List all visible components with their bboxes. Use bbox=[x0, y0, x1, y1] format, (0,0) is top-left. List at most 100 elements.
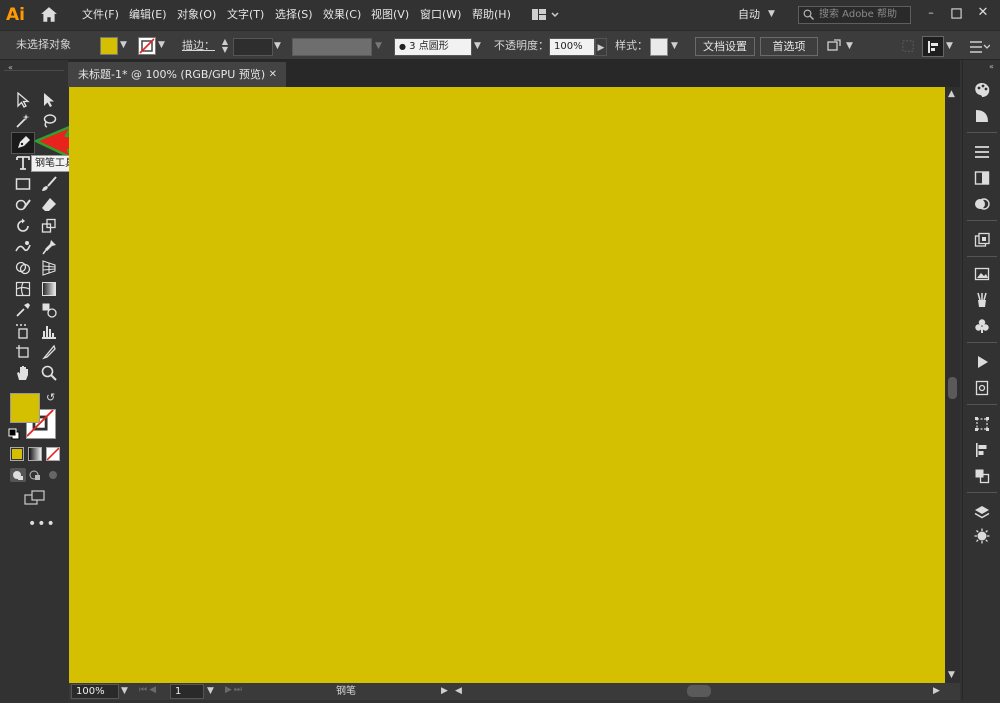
hand-tool-icon[interactable] bbox=[12, 363, 34, 383]
preferences-button[interactable]: 首选项 bbox=[760, 37, 818, 56]
status-menu-arrow[interactable]: ▶ bbox=[441, 686, 448, 696]
draw-behind-icon[interactable] bbox=[28, 468, 42, 482]
menu-edit[interactable]: 编辑(E) bbox=[129, 6, 167, 24]
stroke-weight-stepper[interactable]: ▲ ▼ bbox=[219, 38, 231, 54]
select-similar-icon[interactable] bbox=[826, 38, 844, 56]
style-chevron-icon[interactable]: ▼ bbox=[671, 41, 678, 51]
symbol-sprayer-tool-icon[interactable] bbox=[12, 321, 34, 341]
gradient-panel-icon[interactable] bbox=[971, 168, 993, 188]
scale-tool-icon[interactable] bbox=[38, 216, 60, 236]
puppet-warp-tool-icon[interactable] bbox=[38, 237, 60, 257]
default-fill-stroke-icon[interactable] bbox=[8, 428, 20, 440]
vertical-scroll-thumb[interactable] bbox=[948, 377, 957, 399]
stroke-chevron-icon[interactable]: ▼ bbox=[158, 40, 165, 50]
shaper-tool-icon[interactable] bbox=[12, 195, 34, 215]
swap-fill-stroke-icon[interactable]: ↺ bbox=[46, 391, 60, 405]
align-panel-icon[interactable] bbox=[922, 36, 944, 57]
shape-builder-tool-icon[interactable] bbox=[12, 258, 34, 278]
menu-effect[interactable]: 效果(C) bbox=[323, 6, 361, 24]
color-guide-icon[interactable] bbox=[971, 106, 993, 126]
gradient-tool-icon[interactable] bbox=[38, 279, 60, 299]
opacity-input[interactable]: 100% bbox=[549, 38, 595, 56]
artboard-number-field[interactable]: 1 bbox=[170, 684, 204, 699]
align-panel-dock-icon[interactable] bbox=[971, 440, 993, 460]
pathfinder-panel-icon[interactable] bbox=[971, 466, 993, 486]
menu-select[interactable]: 选择(S) bbox=[275, 6, 313, 24]
document-setup-button[interactable]: 文档设置 bbox=[695, 37, 755, 56]
image-trace-icon[interactable] bbox=[971, 264, 993, 284]
search-field[interactable]: 搜索 Adobe 帮助 bbox=[798, 6, 911, 24]
color-mode-button[interactable] bbox=[10, 447, 24, 461]
brushes-panel-icon[interactable] bbox=[971, 290, 993, 310]
blend-tool-icon[interactable] bbox=[38, 300, 60, 320]
warp-tool-icon[interactable] bbox=[12, 237, 34, 257]
stroke-weight-chevron-icon[interactable]: ▼ bbox=[274, 41, 281, 51]
stroke-panel-icon[interactable] bbox=[971, 142, 993, 162]
brush-chevron-icon[interactable]: ▼ bbox=[474, 41, 481, 51]
scroll-down-arrow[interactable]: ▼ bbox=[948, 670, 955, 680]
zoom-chevron-icon[interactable]: ▼ bbox=[121, 686, 128, 696]
eraser-tool-icon[interactable] bbox=[38, 195, 60, 215]
transparency-panel-icon[interactable] bbox=[971, 194, 993, 214]
mesh-tool-icon[interactable] bbox=[12, 279, 34, 299]
draw-inside-icon[interactable] bbox=[46, 468, 60, 482]
workspace-chevron-icon[interactable]: ▼ bbox=[768, 9, 775, 19]
selection-tool-icon[interactable] bbox=[12, 90, 34, 110]
slice-tool-icon[interactable] bbox=[38, 342, 60, 362]
menu-window[interactable]: 窗口(W) bbox=[420, 6, 461, 24]
vertical-scrollbar[interactable]: ▲ ▼ bbox=[945, 87, 960, 683]
menu-help[interactable]: 帮助(H) bbox=[472, 6, 511, 24]
variable-width-profile[interactable] bbox=[292, 38, 372, 56]
align-chevron-icon[interactable]: ▼ bbox=[946, 41, 953, 51]
screen-mode-icon[interactable] bbox=[24, 490, 46, 506]
fill-swatch-front[interactable] bbox=[10, 393, 40, 423]
magic-wand-tool-icon[interactable] bbox=[12, 111, 34, 131]
menu-view[interactable]: 视图(V) bbox=[371, 6, 409, 24]
workspace-switcher[interactable]: 自动 bbox=[738, 6, 760, 24]
gradient-mode-button[interactable] bbox=[28, 447, 42, 461]
opacity-expand-arrow[interactable]: ▶ bbox=[595, 38, 607, 56]
fill-color-swatch[interactable] bbox=[100, 37, 118, 55]
artboard-canvas[interactable] bbox=[69, 87, 945, 683]
maximize-button[interactable] bbox=[946, 4, 968, 24]
layers-panel-icon[interactable] bbox=[971, 502, 993, 522]
zoom-field[interactable]: 100% bbox=[71, 684, 119, 699]
select-similar-chevron-icon[interactable]: ▼ bbox=[846, 41, 853, 51]
stroke-none-swatch[interactable] bbox=[138, 37, 156, 55]
transform-panel-icon[interactable] bbox=[971, 414, 993, 434]
minimize-button[interactable]: – bbox=[920, 4, 942, 24]
paintbrush-tool-icon[interactable] bbox=[38, 174, 60, 194]
column-graph-tool-icon[interactable] bbox=[38, 321, 60, 341]
graphic-style-swatch[interactable] bbox=[650, 38, 668, 56]
zoom-tool-icon[interactable] bbox=[38, 363, 60, 383]
expand-panels-icon[interactable]: « bbox=[989, 62, 994, 71]
scroll-up-arrow[interactable]: ▲ bbox=[948, 89, 955, 99]
brush-definition-field[interactable]: ● 3 点圆形 bbox=[394, 38, 472, 56]
artboard-chevron-icon[interactable]: ▼ bbox=[207, 686, 214, 696]
edit-toolbar-icon[interactable]: ••• bbox=[28, 516, 56, 532]
panel-menu-icon[interactable] bbox=[968, 39, 991, 55]
arrange-documents-icon[interactable] bbox=[532, 8, 560, 22]
links-panel-icon[interactable] bbox=[971, 378, 993, 398]
draw-normal-icon[interactable] bbox=[10, 468, 26, 482]
menu-object[interactable]: 对象(O) bbox=[177, 6, 216, 24]
rotate-tool-icon[interactable] bbox=[12, 216, 34, 236]
home-icon[interactable] bbox=[40, 6, 60, 24]
eyedropper-tool-icon[interactable] bbox=[12, 300, 34, 320]
rectangle-tool-icon[interactable] bbox=[12, 174, 34, 194]
artboard-tool-icon[interactable] bbox=[12, 342, 34, 362]
symbols-panel-icon[interactable] bbox=[971, 316, 993, 336]
properties-panel-icon[interactable] bbox=[971, 526, 993, 546]
scroll-left-arrow[interactable]: ◀ bbox=[455, 686, 462, 696]
fill-chevron-icon[interactable]: ▼ bbox=[120, 40, 127, 50]
direct-selection-tool-icon[interactable] bbox=[38, 90, 60, 110]
menu-file[interactable]: 文件(F) bbox=[82, 6, 119, 24]
menu-type[interactable]: 文字(T) bbox=[227, 6, 264, 24]
stroke-label[interactable]: 描边： bbox=[182, 37, 215, 55]
scroll-right-arrow[interactable]: ▶ bbox=[933, 686, 940, 696]
perspective-grid-tool-icon[interactable] bbox=[38, 258, 60, 278]
document-tab[interactable]: 未标题-1* @ 100% (RGB/GPU 预览) ✕ bbox=[68, 62, 286, 87]
actions-panel-icon[interactable] bbox=[971, 352, 993, 372]
horizontal-scroll-thumb[interactable] bbox=[687, 685, 711, 697]
appearance-panel-icon[interactable] bbox=[971, 230, 993, 250]
